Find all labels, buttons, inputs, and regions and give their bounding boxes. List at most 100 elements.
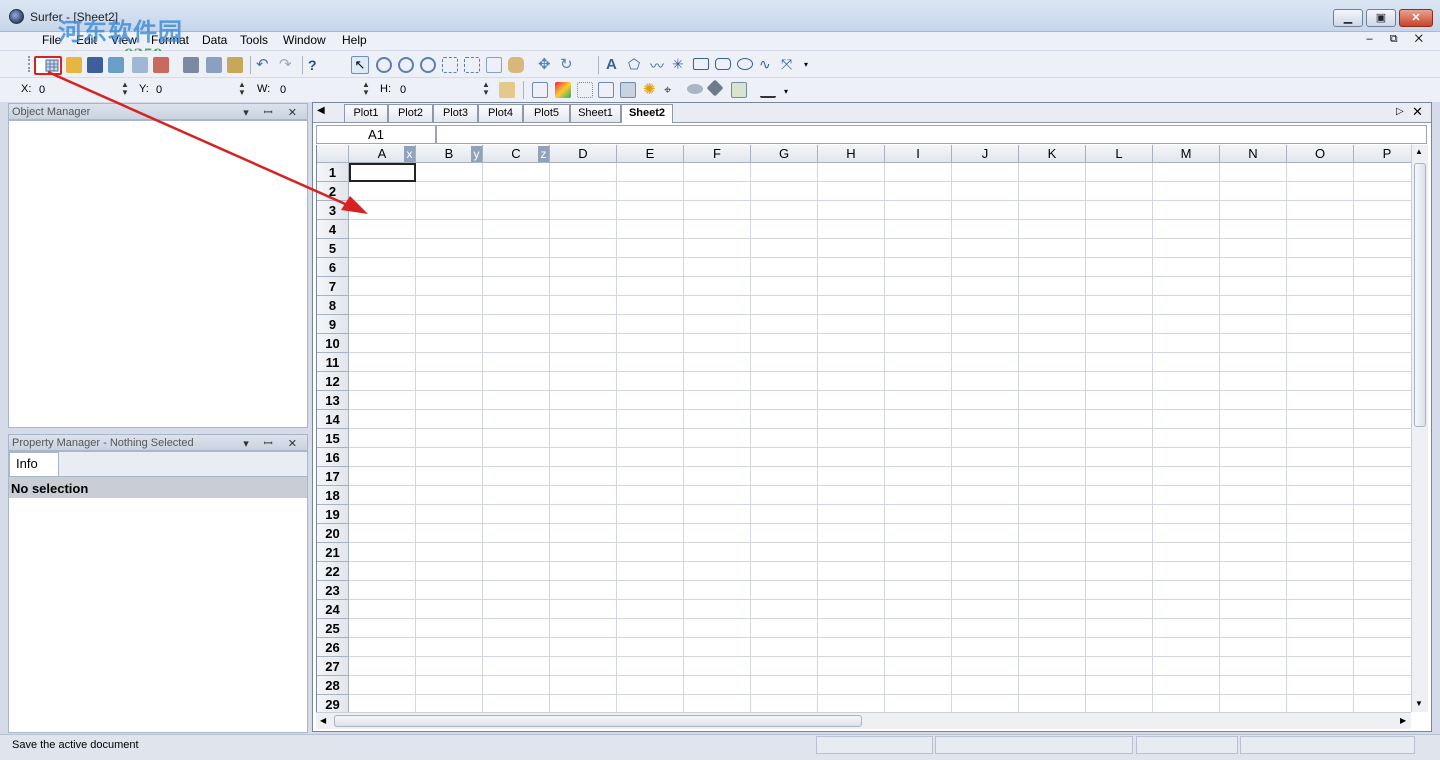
menu-window[interactable]: Window (283, 33, 326, 47)
property-manager-controls[interactable]: ▾ ꟷ ✕ (243, 436, 303, 451)
tab-sheet2[interactable]: Sheet2 (621, 104, 673, 123)
select-pointer-icon[interactable]: ↖ (351, 56, 369, 74)
h-spinner-icon[interactable]: ▲ ▼ (482, 81, 490, 97)
move-icon[interactable]: ✥ (538, 57, 554, 73)
row-header-22[interactable]: 22 (317, 562, 349, 581)
symbol-icon[interactable]: ✳ (672, 56, 688, 72)
row-header-18[interactable]: 18 (317, 486, 349, 505)
zoom-page-icon[interactable] (442, 57, 458, 73)
tab-plot5[interactable]: Plot5 (523, 104, 570, 122)
row-header-19[interactable]: 19 (317, 505, 349, 524)
column-header-n[interactable]: N (1220, 145, 1287, 163)
toolbar-grip[interactable] (28, 56, 31, 72)
row-header-24[interactable]: 24 (317, 600, 349, 619)
axis-icon[interactable]: ⌖ (664, 82, 680, 98)
object-manager-body[interactable] (8, 120, 308, 428)
camera-icon[interactable] (620, 82, 636, 98)
row-header-1[interactable]: 1 (317, 163, 349, 182)
polygon-icon[interactable]: ⬠ (628, 56, 644, 72)
row-header-11[interactable]: 11 (317, 353, 349, 372)
scale-bar-icon[interactable] (760, 82, 776, 98)
column-header-l[interactable]: L (1086, 145, 1153, 163)
column-header-m[interactable]: M (1153, 145, 1220, 163)
surfer-app-icon[interactable] (9, 9, 24, 24)
cut-icon[interactable] (183, 57, 199, 73)
paste-icon[interactable] (227, 57, 243, 73)
base-map-icon[interactable] (532, 82, 548, 98)
column-header-p[interactable]: P (1354, 145, 1411, 163)
row-header-21[interactable]: 21 (317, 543, 349, 562)
row-header-5[interactable]: 5 (317, 239, 349, 258)
maximize-button[interactable]: ▣ (1366, 9, 1396, 27)
scroll-left-icon[interactable]: ◀ (320, 716, 326, 725)
w-field[interactable]: 0 (276, 81, 371, 98)
open-icon[interactable] (66, 57, 82, 73)
mdi-window-controls[interactable]: ‒ ⧉ ✕ (1367, 33, 1430, 46)
scroll-right-icon[interactable]: ▶ (1400, 716, 1406, 725)
vertical-scrollbar[interactable]: ▲ ▼ (1411, 145, 1428, 712)
zoom-selected-icon[interactable] (486, 57, 502, 73)
row-header-9[interactable]: 9 (317, 315, 349, 334)
column-header-g[interactable]: G (751, 145, 818, 163)
row-header-7[interactable]: 7 (317, 277, 349, 296)
vertical-scroll-thumb[interactable] (1414, 163, 1426, 427)
copy-icon[interactable] (206, 57, 222, 73)
rotate-icon[interactable]: ↻ (560, 57, 576, 73)
tab-plot2[interactable]: Plot2 (388, 104, 433, 122)
column-header-i[interactable]: I (885, 145, 952, 163)
save-icon[interactable] (87, 57, 103, 73)
minimize-button[interactable]: ▁ (1333, 9, 1363, 27)
row-header-15[interactable]: 15 (317, 429, 349, 448)
image-map-icon[interactable] (555, 82, 571, 98)
zoom-extents-icon[interactable] (464, 57, 480, 73)
column-header-h[interactable]: H (818, 145, 885, 163)
object-manager-controls[interactable]: ▾ ꟷ ✕ (243, 105, 303, 120)
menu-data[interactable]: Data (202, 33, 227, 47)
pan-hand-icon[interactable] (508, 57, 524, 73)
help-context-icon[interactable]: ? (308, 57, 324, 73)
zoom-rect-icon[interactable] (420, 57, 436, 73)
horizontal-scrollbar[interactable]: ◀ ▶ (316, 712, 1411, 729)
reshape-icon[interactable]: ⤧ (781, 56, 797, 72)
row-header-17[interactable]: 17 (317, 467, 349, 486)
horizontal-scroll-thumb[interactable] (334, 715, 862, 727)
row-header-27[interactable]: 27 (317, 657, 349, 676)
column-header-d[interactable]: D (550, 145, 617, 163)
menu-help[interactable]: Help (342, 33, 367, 47)
redo-icon[interactable]: ↷ (279, 57, 295, 73)
tab-plot1[interactable]: Plot1 (344, 104, 388, 122)
row-header-16[interactable]: 16 (317, 448, 349, 467)
row-header-4[interactable]: 4 (317, 220, 349, 239)
row-header-3[interactable]: 3 (317, 201, 349, 220)
close-document-icon[interactable]: ✕ (1412, 104, 1423, 120)
row-header-28[interactable]: 28 (317, 676, 349, 695)
x-field[interactable]: 0 (35, 81, 130, 98)
scroll-up-icon[interactable]: ▲ (1415, 147, 1423, 156)
zoom-in-icon[interactable] (376, 57, 392, 73)
row-header-20[interactable]: 20 (317, 524, 349, 543)
row-header-12[interactable]: 12 (317, 372, 349, 391)
column-header-o[interactable]: O (1287, 145, 1354, 163)
undo-icon[interactable]: ↶ (256, 57, 272, 73)
lock-icon[interactable] (499, 82, 515, 98)
cell-reference-box[interactable]: A1 (316, 125, 436, 144)
tab-info[interactable]: Info (9, 452, 59, 476)
row-header-10[interactable]: 10 (317, 334, 349, 353)
column-header-e[interactable]: E (617, 145, 684, 163)
tab-scroll-right-icon[interactable]: ▷ (1396, 106, 1404, 117)
close-button[interactable]: ✕ (1399, 9, 1433, 27)
zoom-out-icon[interactable] (398, 57, 414, 73)
row-header-25[interactable]: 25 (317, 619, 349, 638)
toolbar2-overflow-icon[interactable]: ▾ (784, 87, 788, 96)
surface-map-icon[interactable] (687, 84, 703, 94)
rounded-rect-icon[interactable] (715, 58, 731, 70)
y-spinner-icon[interactable]: ▲ ▼ (238, 81, 246, 97)
h-field[interactable]: 0 (396, 81, 491, 98)
import-icon[interactable] (132, 57, 148, 73)
row-header-8[interactable]: 8 (317, 296, 349, 315)
row-header-2[interactable]: 2 (317, 182, 349, 201)
menu-tools[interactable]: Tools (240, 33, 268, 47)
new-worksheet-icon[interactable] (34, 56, 62, 75)
tab-sheet1[interactable]: Sheet1 (570, 104, 621, 122)
ellipse-icon[interactable] (737, 58, 753, 70)
